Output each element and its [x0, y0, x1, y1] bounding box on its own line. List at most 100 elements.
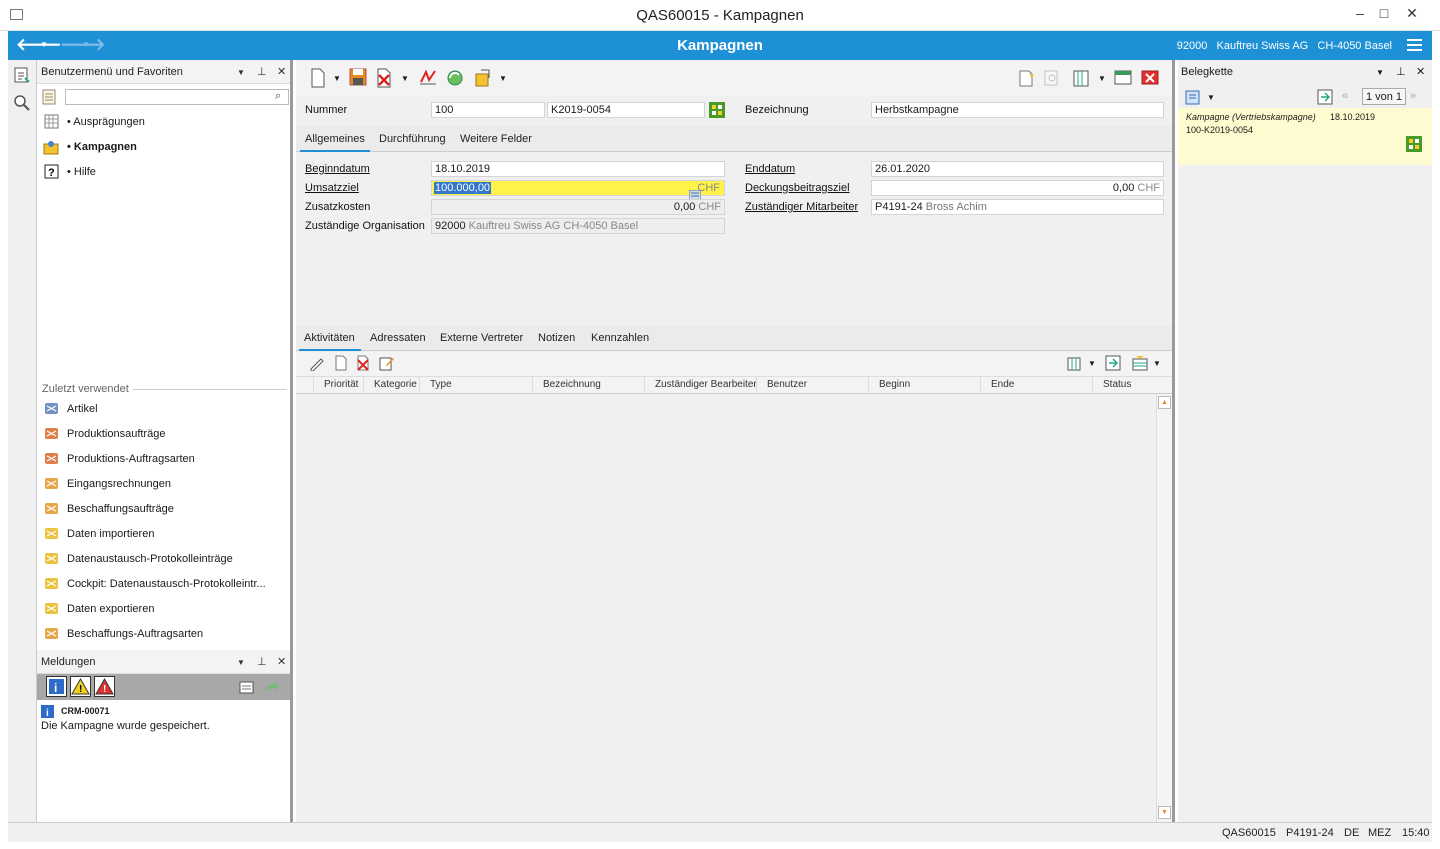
column-header[interactable]: Beginn [879, 379, 910, 390]
close-icon[interactable]: ✕ [1416, 65, 1425, 78]
search-panel-icon[interactable] [13, 94, 31, 112]
hamburger-menu-icon[interactable] [1407, 39, 1422, 51]
column-header[interactable]: Ende [991, 379, 1014, 390]
deckungsbeitragsziel-field[interactable]: 0,00 CHF [871, 180, 1164, 196]
scroll-down-icon[interactable]: ▼ [1158, 806, 1171, 819]
dropdown-icon[interactable]: ▼ [333, 74, 341, 83]
column-separator[interactable] [756, 377, 757, 395]
dropdown-icon[interactable]: ▼ [1376, 68, 1384, 77]
beginndatum-field[interactable]: 18.10.2019 [431, 161, 725, 177]
umsatzziel-field[interactable]: 100.000,00 CHF [431, 180, 725, 196]
column-separator[interactable] [868, 377, 869, 395]
column-header[interactable]: Kategorie [374, 379, 417, 390]
close-button[interactable]: ✕ [1398, 4, 1426, 22]
recent-item[interactable]: Produktionsaufträge [43, 425, 283, 445]
info-filter-icon[interactable]: i [46, 676, 67, 697]
dropdown-icon[interactable]: ▼ [237, 68, 245, 77]
search-icon[interactable]: ⌕ [275, 90, 281, 103]
column-header[interactable]: Type [430, 379, 452, 390]
enddatum-field[interactable]: 26.01.2020 [871, 161, 1164, 177]
zusatzkosten-field[interactable]: 0,00 CHF [431, 199, 725, 215]
first-page-icon[interactable]: « [1342, 90, 1348, 102]
tab-aktivitaeten[interactable]: Aktivitäten [304, 332, 355, 344]
close-document-icon[interactable] [1140, 68, 1160, 88]
recent-item[interactable]: Eingangsrechnungen [43, 475, 283, 495]
edit-list-icon[interactable] [309, 355, 325, 372]
tab-durchfuehrung[interactable]: Durchführung [379, 133, 446, 145]
tab-kennzahlen[interactable]: Kennzahlen [591, 332, 649, 344]
next-page-icon[interactable]: » [1410, 90, 1416, 102]
mitarbeiter-field[interactable]: P4191-24 Bross Achim [871, 199, 1164, 215]
close-icon[interactable]: ✕ [277, 655, 286, 668]
tab-adressaten[interactable]: Adressaten [370, 332, 426, 344]
message-properties-icon[interactable] [239, 679, 255, 695]
search-document-icon[interactable] [1042, 68, 1062, 88]
refresh-icon[interactable] [445, 68, 465, 88]
column-separator[interactable] [980, 377, 981, 395]
column-separator[interactable] [1092, 377, 1093, 395]
recent-item[interactable]: Cockpit: Datenaustausch-Protokolleintr..… [43, 575, 283, 595]
fav-item-kampagnen[interactable]: • Kampagnen [43, 138, 283, 158]
new-document-icon[interactable] [308, 68, 328, 88]
dropdown-icon[interactable]: ▼ [1088, 359, 1096, 368]
recent-item[interactable]: Artikel [43, 400, 283, 420]
org-info[interactable]: 92000 Kauftreu Swiss AG CH-4050 Basel [1177, 40, 1392, 52]
column-separator[interactable] [313, 377, 314, 395]
pin-icon[interactable]: ⊥ [1396, 65, 1406, 78]
favorites-panel-icon[interactable] [13, 66, 31, 84]
window-icon[interactable] [1113, 68, 1133, 88]
column-header[interactable]: Bezeichnung [543, 379, 601, 390]
pin-icon[interactable]: ⊥ [257, 65, 267, 78]
column-separator[interactable] [363, 377, 364, 395]
activities-grid-body[interactable] [296, 394, 1156, 822]
error-filter-icon[interactable]: ! [94, 676, 115, 697]
recent-item[interactable]: Daten exportieren [43, 600, 283, 620]
close-icon[interactable]: ✕ [277, 65, 286, 78]
layout-icon[interactable] [1131, 354, 1149, 372]
document-chain-options-icon[interactable] [1184, 88, 1202, 106]
tab-notizen[interactable]: Notizen [538, 332, 575, 344]
new-entry-icon[interactable] [1016, 68, 1036, 88]
maximize-button[interactable]: □ [1370, 4, 1398, 22]
column-separator[interactable] [419, 377, 420, 395]
number-lookup-icon[interactable] [709, 102, 725, 118]
message-entry[interactable]: i CRM-00071 Die Kampagne wurde gespeiche… [37, 700, 290, 736]
column-separator[interactable] [532, 377, 533, 395]
dropdown-icon[interactable]: ▼ [1098, 74, 1106, 83]
validate-icon[interactable] [418, 68, 438, 88]
list-icon[interactable] [41, 89, 57, 105]
recent-item[interactable]: Beschaffungsaufträge [43, 500, 283, 520]
save-icon[interactable] [348, 68, 368, 88]
dropdown-icon[interactable]: ▼ [499, 74, 507, 83]
bezeichnung-field[interactable]: Herbstkampagne [871, 102, 1164, 118]
delete-document-icon[interactable] [374, 68, 394, 88]
dropdown-icon[interactable]: ▼ [401, 74, 409, 83]
dropdown-icon[interactable]: ▼ [1207, 93, 1215, 102]
recent-item[interactable]: Daten importieren [43, 525, 283, 545]
column-header[interactable]: Benutzer [767, 379, 807, 390]
fav-item-hilfe[interactable]: ? • Hilfe [43, 163, 283, 183]
column-separator[interactable] [644, 377, 645, 395]
recent-item[interactable]: Produktions-Auftragsarten [43, 450, 283, 470]
tab-allgemeines[interactable]: Allgemeines [305, 133, 365, 145]
column-header[interactable]: Zuständiger Bearbeiter [655, 379, 757, 390]
document-number-field[interactable]: K2019-0054 [547, 102, 705, 118]
organisation-field[interactable]: 92000 Kauftreu Swiss AG CH-4050 Basel [431, 218, 725, 234]
edit-activity-icon[interactable] [379, 355, 395, 371]
recent-item[interactable]: Datenaustausch-Protokolleinträge [43, 550, 283, 570]
column-header[interactable]: Priorität [324, 379, 358, 390]
document-chain-entry[interactable]: Kampagne (Vertriebskampagne) 18.10.2019 … [1178, 108, 1432, 165]
nummer-field[interactable]: 100 [431, 102, 545, 118]
dropdown-icon[interactable]: ▼ [237, 658, 245, 667]
recent-item[interactable]: Beschaffungs-Auftragsarten [43, 625, 283, 645]
grid-scrollbar[interactable]: ▲ ▼ [1156, 394, 1172, 822]
export-chain-icon[interactable] [1317, 89, 1333, 105]
warning-filter-icon[interactable]: ! [70, 676, 91, 697]
tab-externe-vertreter[interactable]: Externe Vertreter [440, 332, 523, 344]
scroll-up-icon[interactable]: ▲ [1158, 396, 1171, 409]
columns-icon[interactable] [1072, 68, 1092, 88]
dropdown-icon[interactable]: ▼ [1153, 359, 1161, 368]
delete-activity-icon[interactable] [355, 355, 371, 371]
column-header[interactable]: Status [1103, 379, 1131, 390]
favorites-search-input[interactable] [65, 89, 289, 105]
